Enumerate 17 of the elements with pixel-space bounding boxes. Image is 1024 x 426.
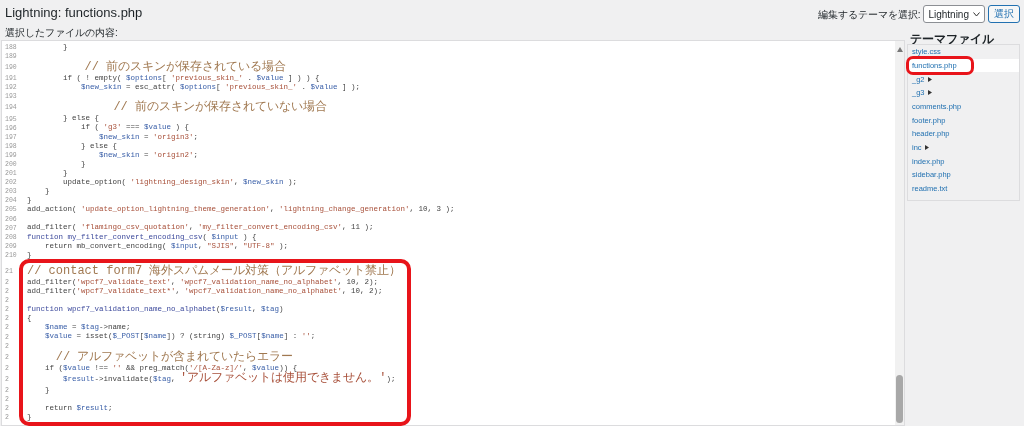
code-line: // 前のスキンが保存されている場合 <box>83 61 287 75</box>
file-content-label: 選択したファイルの内容: <box>5 27 118 38</box>
theme-select-label: 編集するテーマを選択: <box>817 7 921 22</box>
theme-select[interactable]: Lightning <box>923 5 985 23</box>
select-button[interactable]: 選択 <box>988 5 1020 23</box>
code-line: // 前のスキンが保存されていない場合 <box>112 101 328 115</box>
chevron-down-icon <box>973 11 980 17</box>
caret-right-icon <box>927 90 932 96</box>
scrollbar-thumb[interactable] <box>896 375 903 423</box>
caret-right-icon <box>924 145 929 151</box>
code-line: // contact form7 海外スパムメール対策（アルファベット禁止） <box>27 264 402 278</box>
caret-right-icon <box>927 76 932 82</box>
page-title: Lightning: functions.php <box>5 3 143 22</box>
code-line: // アルファベットが含まれていたらエラー <box>54 350 294 364</box>
scroll-up-icon[interactable] <box>896 47 903 52</box>
scrollbar[interactable] <box>895 41 904 425</box>
theme-files-heading: テーマファイル <box>910 32 994 46</box>
